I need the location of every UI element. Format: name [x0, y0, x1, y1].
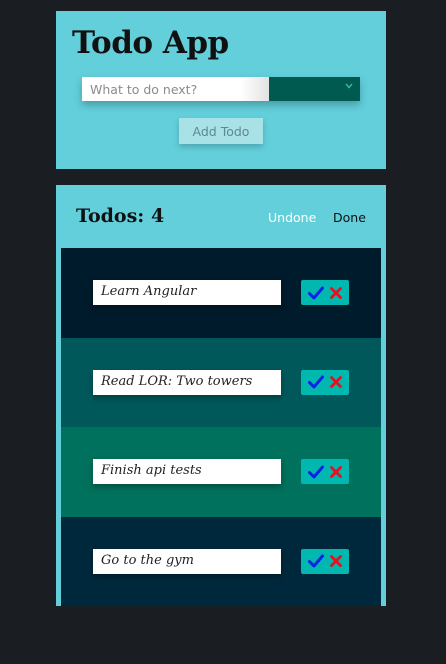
- todo-form-card: Todo App Add Todo: [56, 11, 386, 169]
- todo-row: Go to the gym: [61, 516, 381, 606]
- todo-input-row: [82, 77, 360, 101]
- close-icon[interactable]: [330, 555, 342, 567]
- todo-count: Todos: 4: [76, 205, 164, 227]
- check-icon[interactable]: [308, 286, 324, 300]
- app-title: Todo App: [72, 25, 229, 61]
- todo-input[interactable]: [82, 77, 269, 101]
- todo-text[interactable]: Read LOR: Two towers: [93, 369, 281, 395]
- todo-actions: [301, 280, 349, 305]
- close-icon[interactable]: [330, 286, 342, 299]
- todo-text[interactable]: Go to the gym: [93, 548, 281, 574]
- add-todo-button[interactable]: Add Todo: [179, 118, 263, 144]
- todo-actions: [301, 459, 349, 484]
- todo-row: Read LOR: Two towers: [61, 337, 381, 427]
- todo-rows: Learn Angular Read LOR: Two towers Finis…: [61, 248, 381, 606]
- chevron-down-icon: [345, 80, 353, 92]
- todo-text[interactable]: Finish api tests: [93, 459, 281, 484]
- filter-done-link[interactable]: Done: [333, 210, 366, 225]
- filter-undone-link[interactable]: Undone: [268, 210, 316, 225]
- todo-row: Finish api tests: [61, 427, 381, 517]
- check-icon[interactable]: [308, 465, 324, 479]
- todo-list-card: Todos: 4 Undone Done Learn Angular Read …: [56, 185, 386, 606]
- status-select[interactable]: [269, 77, 360, 101]
- todo-actions: [301, 369, 349, 395]
- check-icon[interactable]: [308, 375, 324, 389]
- todo-count-value: 4: [150, 205, 165, 227]
- todo-actions: [301, 548, 349, 574]
- close-icon[interactable]: [330, 465, 342, 478]
- close-icon[interactable]: [330, 376, 342, 388]
- todo-text[interactable]: Learn Angular: [93, 280, 281, 305]
- check-icon[interactable]: [308, 554, 324, 568]
- todo-row: Learn Angular: [61, 248, 381, 338]
- todo-count-label: Todos:: [76, 205, 145, 227]
